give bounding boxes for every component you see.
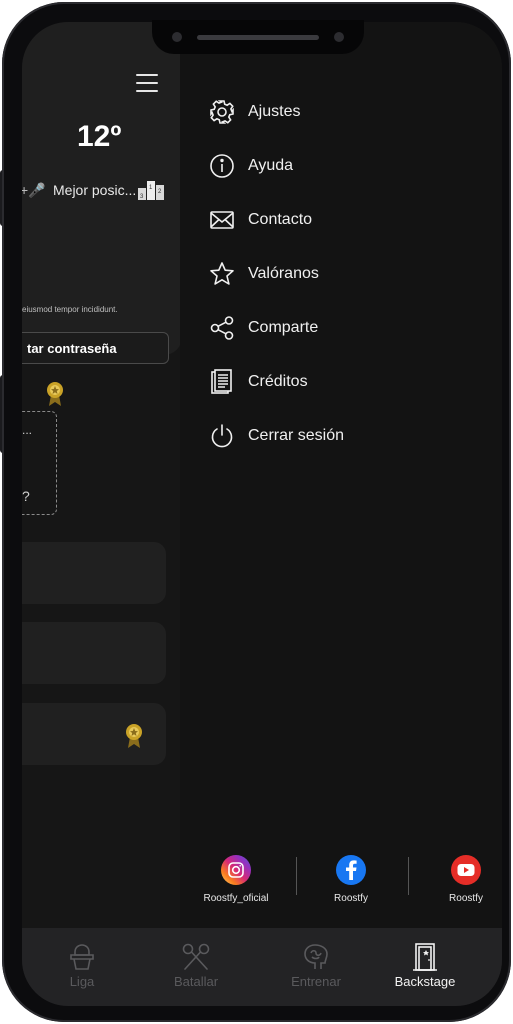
social-divider [408, 857, 409, 895]
card-ellipsis: ... [22, 423, 33, 437]
award-badge-icon [126, 724, 142, 748]
menu-item-label: Créditos [248, 373, 308, 390]
list-card-1[interactable] [22, 542, 166, 604]
best-position-label: Mejor posic... [53, 182, 137, 198]
share-icon [208, 314, 236, 342]
tab-liga[interactable]: Liga [42, 942, 122, 989]
social-divider [296, 857, 297, 895]
info-icon [208, 152, 236, 180]
podium-icon: 3 1 2 [138, 181, 164, 200]
facebook-icon [336, 855, 366, 885]
change-password-button[interactable]: tar contraseña [22, 332, 169, 364]
microphone-icon: +🎤 [22, 182, 46, 198]
document-icon [208, 368, 236, 396]
front-camera [334, 32, 344, 42]
menu-item-label: Ayuda [248, 157, 294, 174]
star-icon [208, 260, 236, 288]
menu-item-share[interactable]: Comparte [208, 314, 318, 342]
power-icon [208, 422, 236, 450]
gear-icon [208, 98, 236, 126]
menu-item-label: Valóranos [248, 265, 319, 282]
list-card-3[interactable] [22, 703, 166, 765]
tab-label: Backstage [394, 974, 456, 989]
menu-item-label: Ajustes [248, 103, 301, 120]
youtube-icon [451, 855, 481, 885]
social-name: Roostfy [334, 893, 368, 904]
microphones-icon [156, 942, 236, 972]
screen: 12º +🎤 Mejor posic... 3 1 2 eiusmod temp… [22, 22, 502, 1006]
social-name: Roostfy_oficial [203, 893, 269, 904]
tab-label: Entrenar [291, 974, 341, 989]
menu-item-rate[interactable]: Valóranos [208, 260, 319, 288]
mail-icon [208, 206, 236, 234]
social-facebook-link[interactable]: Roostfy [303, 855, 399, 904]
level-value: 12º [77, 120, 122, 153]
social-instagram-link[interactable]: Roostfy_oficial [188, 855, 284, 904]
menu-item-label: Comparte [248, 319, 319, 336]
list-card-2[interactable] [22, 622, 166, 684]
device-notch [152, 20, 364, 54]
phone-frame: 12º +🎤 Mejor posic... 3 1 2 eiusmod temp… [2, 2, 511, 1022]
league-icon [42, 942, 122, 972]
tab-entrenar[interactable]: Entrenar [276, 942, 356, 989]
social-youtube-link[interactable]: Roostfy [418, 855, 502, 904]
front-sensor [172, 32, 182, 42]
bio-text: eiusmod tempor incididunt. [22, 305, 118, 314]
award-badge-icon [47, 382, 63, 406]
menu-item-contact[interactable]: Contacto [208, 206, 312, 234]
tab-backstage[interactable]: Backstage [385, 942, 465, 989]
menu-item-help[interactable]: Ayuda [208, 152, 293, 180]
door-icon [385, 942, 465, 972]
card-question: ? [22, 488, 30, 504]
earpiece-speaker [197, 35, 319, 40]
menu-item-logout[interactable]: Cerrar sesión [208, 422, 344, 450]
tab-label: Liga [69, 974, 95, 989]
social-name: Roostfy [449, 893, 483, 904]
brain-icon [276, 942, 356, 972]
hamburger-menu-icon[interactable] [136, 74, 158, 98]
tab-batallar[interactable]: Batallar [156, 942, 236, 989]
tab-label: Batallar [173, 974, 219, 989]
menu-item-label: Cerrar sesión [248, 427, 345, 444]
menu-item-credits[interactable]: Créditos [208, 368, 308, 396]
instagram-icon [221, 855, 251, 885]
menu-item-settings[interactable]: Ajustes [208, 98, 300, 126]
menu-item-label: Contacto [248, 211, 313, 228]
bottom-tab-bar: Liga Batallar Entrenar Backstage [22, 928, 502, 1006]
